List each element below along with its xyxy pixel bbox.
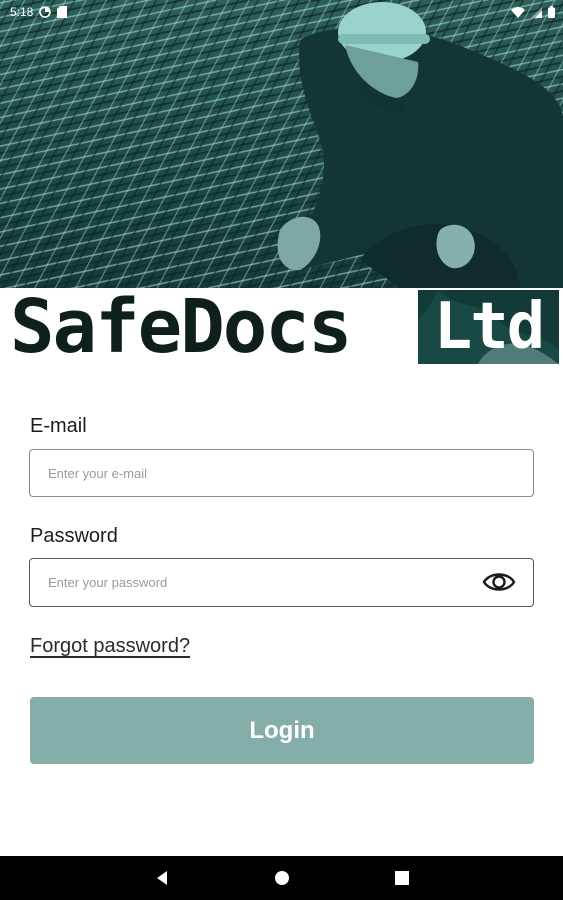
home-button[interactable] — [270, 866, 294, 890]
back-icon — [156, 871, 167, 885]
email-label: E-mail — [30, 415, 87, 437]
hero-image — [0, 0, 563, 288]
eye-icon — [482, 573, 516, 591]
status-time: 5:18 — [10, 5, 34, 19]
password-label: Password — [30, 525, 118, 547]
signal-icon — [531, 6, 542, 18]
password-field-container — [29, 558, 534, 607]
recents-icon — [394, 871, 409, 885]
recents-button[interactable] — [390, 866, 414, 890]
data-saver-icon — [39, 6, 52, 18]
status-bar: 5:18 — [0, 0, 563, 24]
logo-ltd-box: Ltd — [418, 290, 559, 364]
status-right — [511, 6, 555, 18]
sd-card-icon — [57, 6, 68, 18]
logo-text-main: SafeDocs — [10, 284, 352, 370]
battery-icon — [548, 6, 555, 18]
password-field[interactable] — [29, 558, 534, 607]
rebar-worker-illustration — [0, 0, 563, 288]
home-icon — [274, 871, 289, 885]
wifi-icon — [511, 6, 525, 18]
forgot-password-link[interactable]: Forgot password? — [30, 635, 190, 658]
email-field[interactable] — [29, 449, 534, 497]
status-left: 5:18 — [10, 5, 68, 19]
password-visibility-toggle[interactable] — [482, 570, 516, 594]
login-button[interactable]: Login — [30, 697, 534, 764]
logo-text-ltd: Ltd — [433, 290, 546, 364]
navigation-bar — [0, 856, 563, 900]
back-button[interactable] — [150, 866, 174, 890]
